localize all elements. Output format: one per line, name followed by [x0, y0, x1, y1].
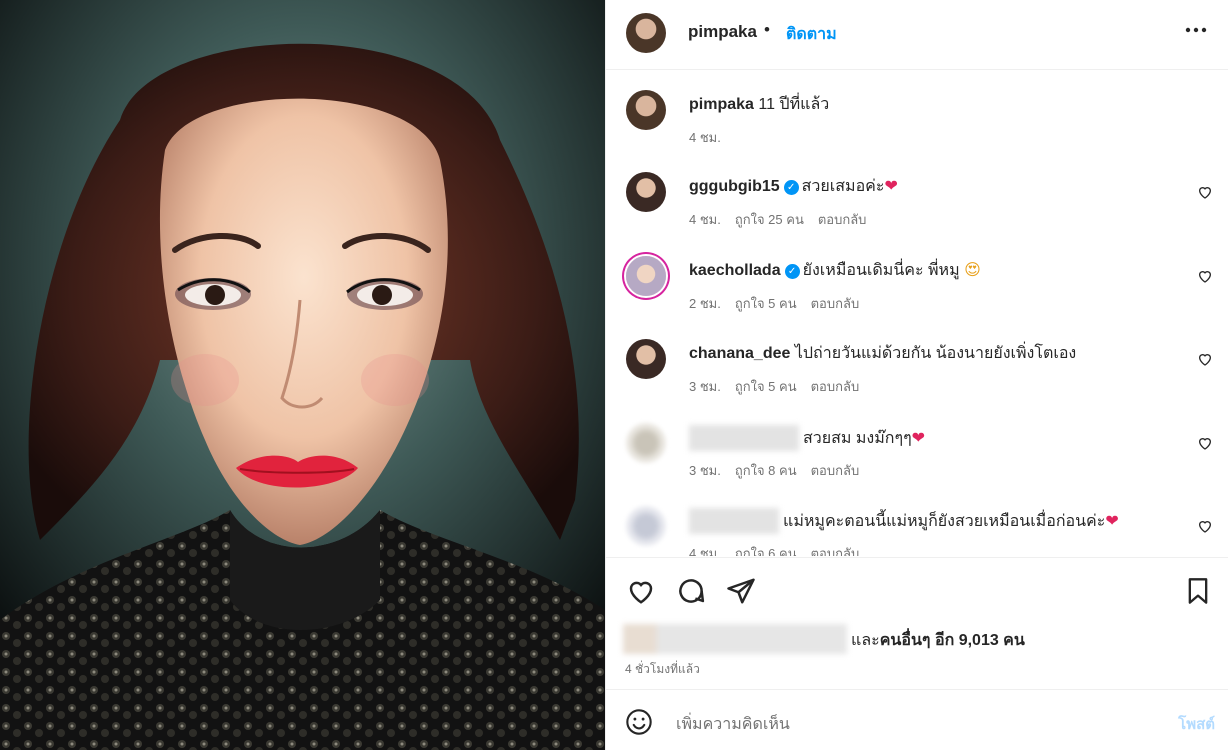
post-detail-panel: pimpaka • ติดตาม pimpaka 11 ปีที่แล้ว 4 …	[605, 0, 1228, 750]
comment-likes[interactable]: ถูกใจ 5 คน	[735, 296, 797, 311]
like-heart-icon[interactable]	[626, 576, 656, 611]
emoji-smiley-icon[interactable]	[625, 708, 653, 741]
like-comment-heart-icon[interactable]	[1197, 268, 1213, 289]
post-header: pimpaka • ติดตาม	[606, 0, 1228, 70]
caption-time[interactable]: 4 ชม.	[689, 130, 721, 145]
post-actions: และคนอื่นๆ อีก 9,013 คน 4 ชั่วโมงที่แล้ว	[606, 557, 1228, 689]
red-heart-emoji: ❤	[884, 176, 898, 195]
commenter-avatar[interactable]	[626, 506, 666, 546]
commenter-avatar[interactable]	[626, 423, 666, 463]
author-avatar[interactable]	[626, 13, 666, 53]
likes-count[interactable]: อีก 9,013 คน	[935, 632, 1025, 649]
author-username[interactable]: pimpaka	[688, 22, 757, 42]
comment-time[interactable]: 4 ชม.	[689, 546, 721, 556]
blurred-username[interactable]	[689, 425, 799, 451]
caption-text: 11 ปีที่แล้ว	[758, 96, 830, 113]
comments-list[interactable]: pimpaka 11 ปีที่แล้ว 4 ชม. gggubgib15 ✓ สว…	[606, 71, 1228, 556]
comment-item: สวยสม มงม๊กๆๆ❤ 3 ชม. ถูกใจ 8 คน ตอบกลับ	[606, 423, 1228, 503]
verified-badge-icon: ✓	[783, 180, 799, 195]
comment-text: แม่หมูคะตอนนี้แม่หมูก็ยังสวยเหมือนเมื่อก…	[783, 513, 1106, 530]
like-comment-heart-icon[interactable]	[1197, 518, 1213, 539]
comment-likes[interactable]: ถูกใจ 25 คน	[735, 212, 804, 227]
comment-item: chanana_dee ไปถ่ายวันแม่ด้วยกัน น้องนายย…	[606, 339, 1228, 419]
reply-button[interactable]: ตอบกลับ	[811, 379, 860, 394]
comment-item: gggubgib15 ✓ สวยเสมอค่ะ❤ 4 ชม. ถูกใจ 25 คน ต…	[606, 172, 1228, 252]
comment-text: สวยเสมอค่ะ	[801, 178, 885, 195]
blurred-username[interactable]	[689, 508, 779, 534]
comment-likes[interactable]: ถูกใจ 8 คน	[735, 463, 797, 478]
comment-composer: เพิ่มความคิดเห็น โพสต์	[606, 689, 1228, 750]
commenter-avatar[interactable]	[626, 256, 666, 296]
like-comment-heart-icon[interactable]	[1197, 435, 1213, 456]
commenter-username[interactable]: gggubgib15	[689, 178, 780, 195]
red-heart-emoji: ❤	[911, 428, 926, 447]
likes-summary[interactable]: และคนอื่นๆ อีก 9,013 คน	[623, 624, 1025, 654]
likes-others[interactable]: คนอื่นๆ	[880, 632, 931, 649]
commenter-username[interactable]: kaechollada	[689, 262, 781, 279]
comment-time[interactable]: 2 ชม.	[689, 296, 721, 311]
more-options-icon[interactable]	[1185, 19, 1207, 47]
likes-prefix: และ	[851, 632, 880, 649]
comment-likes[interactable]: ถูกใจ 6 คน	[735, 546, 797, 556]
share-paper-plane-icon[interactable]	[726, 576, 756, 611]
comment-item: แม่หมูคะตอนนี้แม่หมูก็ยังสวยเหมือนเมื่อก…	[606, 506, 1228, 556]
reply-button[interactable]: ตอบกลับ	[811, 546, 860, 556]
portrait-image	[0, 0, 605, 750]
caption-avatar[interactable]	[626, 90, 666, 130]
reply-button[interactable]: ตอบกลับ	[811, 463, 860, 478]
reply-button[interactable]: ตอบกลับ	[818, 212, 867, 227]
comment-time[interactable]: 3 ชม.	[689, 379, 721, 394]
comment-time[interactable]: 4 ชม.	[689, 212, 721, 227]
like-comment-heart-icon[interactable]	[1197, 351, 1213, 372]
posted-time[interactable]: 4 ชั่วโมงที่แล้ว	[625, 660, 700, 679]
comment-text: ยังเหมือนเดิมนี่คะ พี่หมู	[802, 262, 965, 279]
comment-time[interactable]: 3 ชม.	[689, 463, 721, 478]
comment-item: kaechollada ✓ ยังเหมือนเดิมนี่คะ พี่หมู 😍 …	[606, 256, 1228, 336]
save-bookmark-icon[interactable]	[1184, 576, 1212, 611]
comment-likes[interactable]: ถูกใจ 5 คน	[735, 379, 797, 394]
separator-dot: •	[764, 20, 770, 39]
comment-text: ไปถ่ายวันแม่ด้วยกัน น้องนายยังเพิ่งโตเอง	[794, 345, 1077, 362]
post-comment-button[interactable]: โพสต์	[1178, 712, 1215, 736]
comment-text: สวยสม มงม๊กๆๆ	[803, 430, 912, 447]
comment-bubble-icon[interactable]	[676, 576, 706, 611]
commenter-avatar[interactable]	[626, 339, 666, 379]
red-heart-emoji: ❤	[1105, 511, 1119, 530]
caption-username[interactable]: pimpaka	[689, 96, 754, 113]
like-comment-heart-icon[interactable]	[1197, 184, 1213, 205]
reply-button[interactable]: ตอบกลับ	[811, 296, 860, 311]
heart-eyes-emoji: 😍	[964, 260, 981, 279]
blurred-likers[interactable]	[623, 624, 847, 654]
post-photo[interactable]	[0, 0, 605, 750]
verified-badge-icon: ✓	[784, 264, 800, 279]
follow-button[interactable]: ติดตาม	[786, 22, 837, 47]
commenter-avatar[interactable]	[626, 172, 666, 212]
commenter-username[interactable]: chanana_dee	[689, 345, 790, 362]
caption: pimpaka 11 ปีที่แล้ว 4 ชม.	[606, 90, 1228, 170]
comment-input[interactable]: เพิ่มความคิดเห็น	[676, 712, 790, 737]
